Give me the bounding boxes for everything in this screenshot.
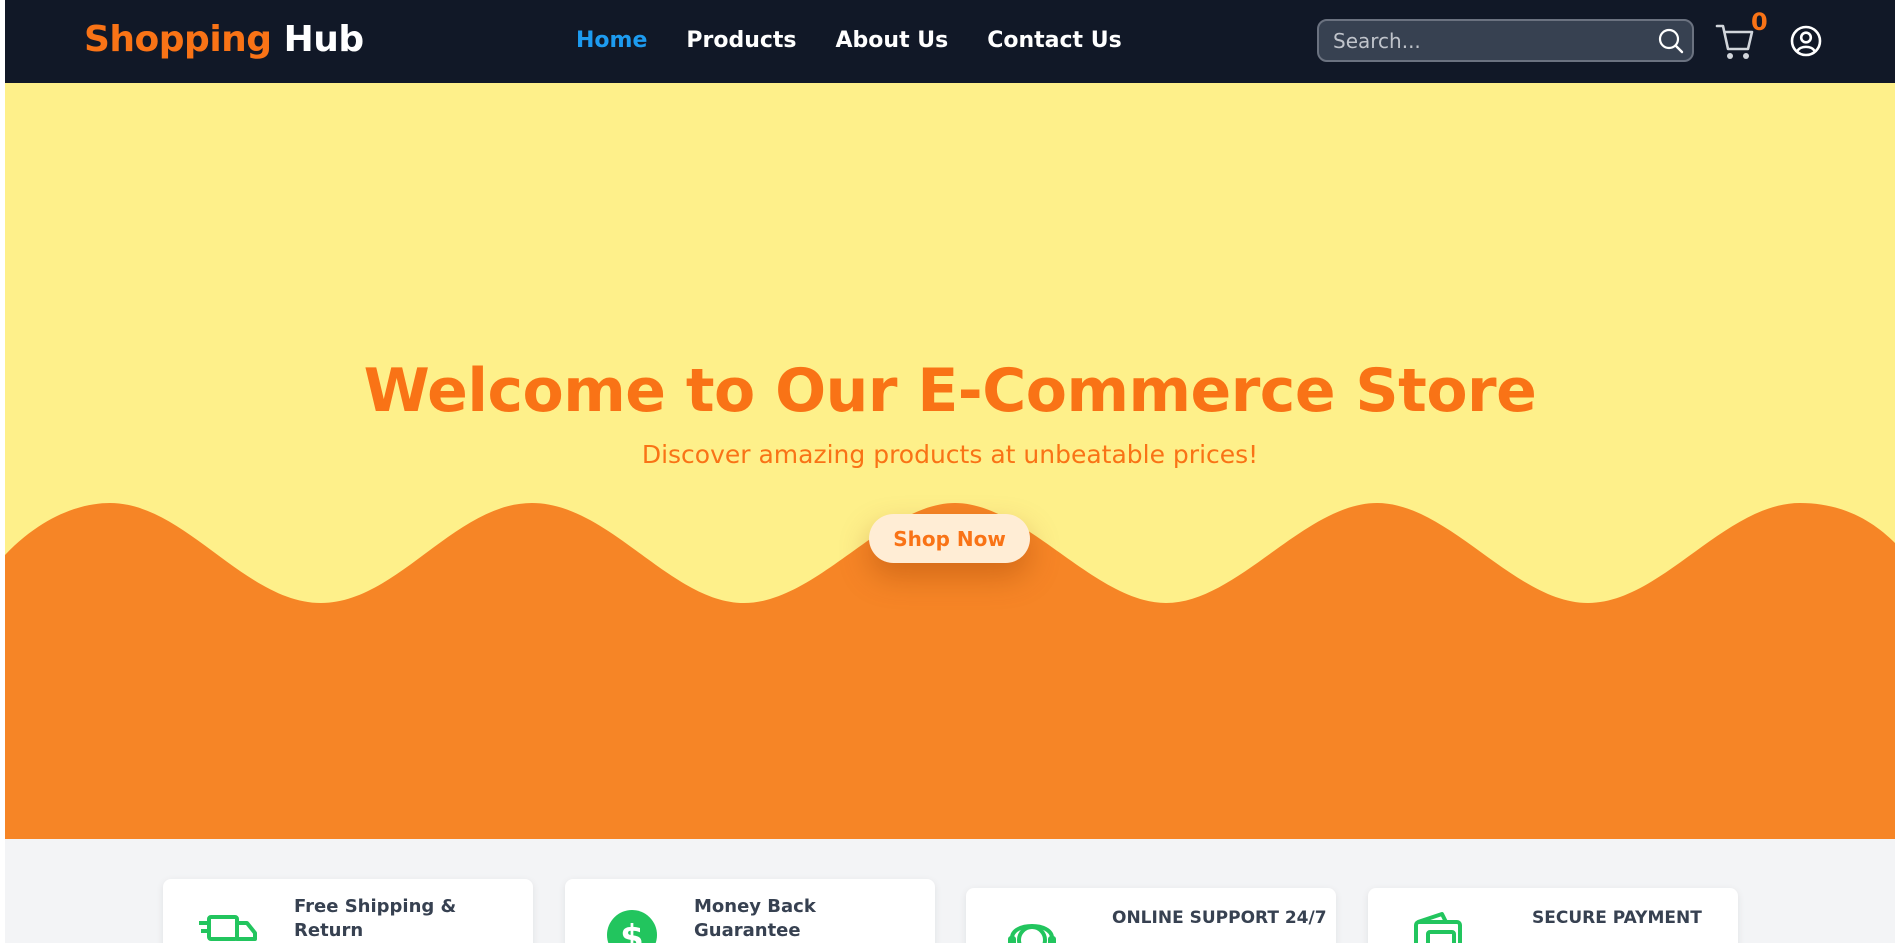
hero-section: Welcome to Our E-Commerce Store Discover… bbox=[5, 83, 1895, 839]
search-icon[interactable] bbox=[1657, 27, 1685, 55]
nav-link-products[interactable]: Products bbox=[686, 24, 796, 58]
nav-link-home[interactable]: Home bbox=[576, 24, 647, 58]
page: Shopping Hub Home Products About Us Cont… bbox=[0, 0, 1895, 947]
hero-subtitle: Discover amazing products at unbeatable … bbox=[641, 440, 1259, 469]
features-section: Free Shipping & Return $ Money Back Guar… bbox=[5, 839, 1895, 947]
user-icon[interactable] bbox=[1789, 24, 1823, 58]
search-input[interactable] bbox=[1333, 21, 1643, 60]
hero-title: Welcome to Our E-Commerce Store bbox=[363, 356, 1537, 426]
logo-part-hub: Hub bbox=[283, 19, 365, 60]
logo-part-shopping: Shopping bbox=[84, 19, 272, 60]
feature-title-support: ONLINE SUPPORT 24/7 bbox=[1112, 908, 1327, 928]
feature-card-money-back: $ Money Back Guarantee bbox=[565, 879, 935, 947]
feature-title-shipping: Free Shipping & Return bbox=[294, 896, 457, 941]
cart-icon[interactable] bbox=[1715, 20, 1755, 62]
cart-count-badge: 0 bbox=[1751, 8, 1768, 36]
feature-card-secure-payment: SECURE PAYMENT bbox=[1368, 888, 1738, 947]
nav-link-contact-us[interactable]: Contact Us bbox=[987, 24, 1121, 58]
feature-card-shipping: Free Shipping & Return bbox=[163, 879, 533, 947]
bottom-edge bbox=[0, 943, 1895, 947]
nav-link-about-us[interactable]: About Us bbox=[836, 24, 949, 58]
truck-icon bbox=[199, 915, 257, 941]
support-icon bbox=[1008, 924, 1056, 947]
nav-links: Home Products About Us Contact Us bbox=[576, 24, 1122, 58]
feature-card-support: ONLINE SUPPORT 24/7 bbox=[966, 888, 1336, 947]
feature-title-secure-payment: SECURE PAYMENT bbox=[1532, 908, 1702, 928]
feature-title-money-back: Money Back Guarantee bbox=[694, 896, 816, 941]
shop-now-button[interactable]: Shop Now bbox=[869, 514, 1030, 563]
search-box bbox=[1317, 19, 1694, 62]
wallet-icon bbox=[1414, 912, 1462, 947]
navbar: Shopping Hub Home Products About Us Cont… bbox=[5, 0, 1895, 83]
dollar-icon: $ bbox=[607, 910, 657, 947]
logo[interactable]: Shopping Hub bbox=[84, 16, 364, 64]
